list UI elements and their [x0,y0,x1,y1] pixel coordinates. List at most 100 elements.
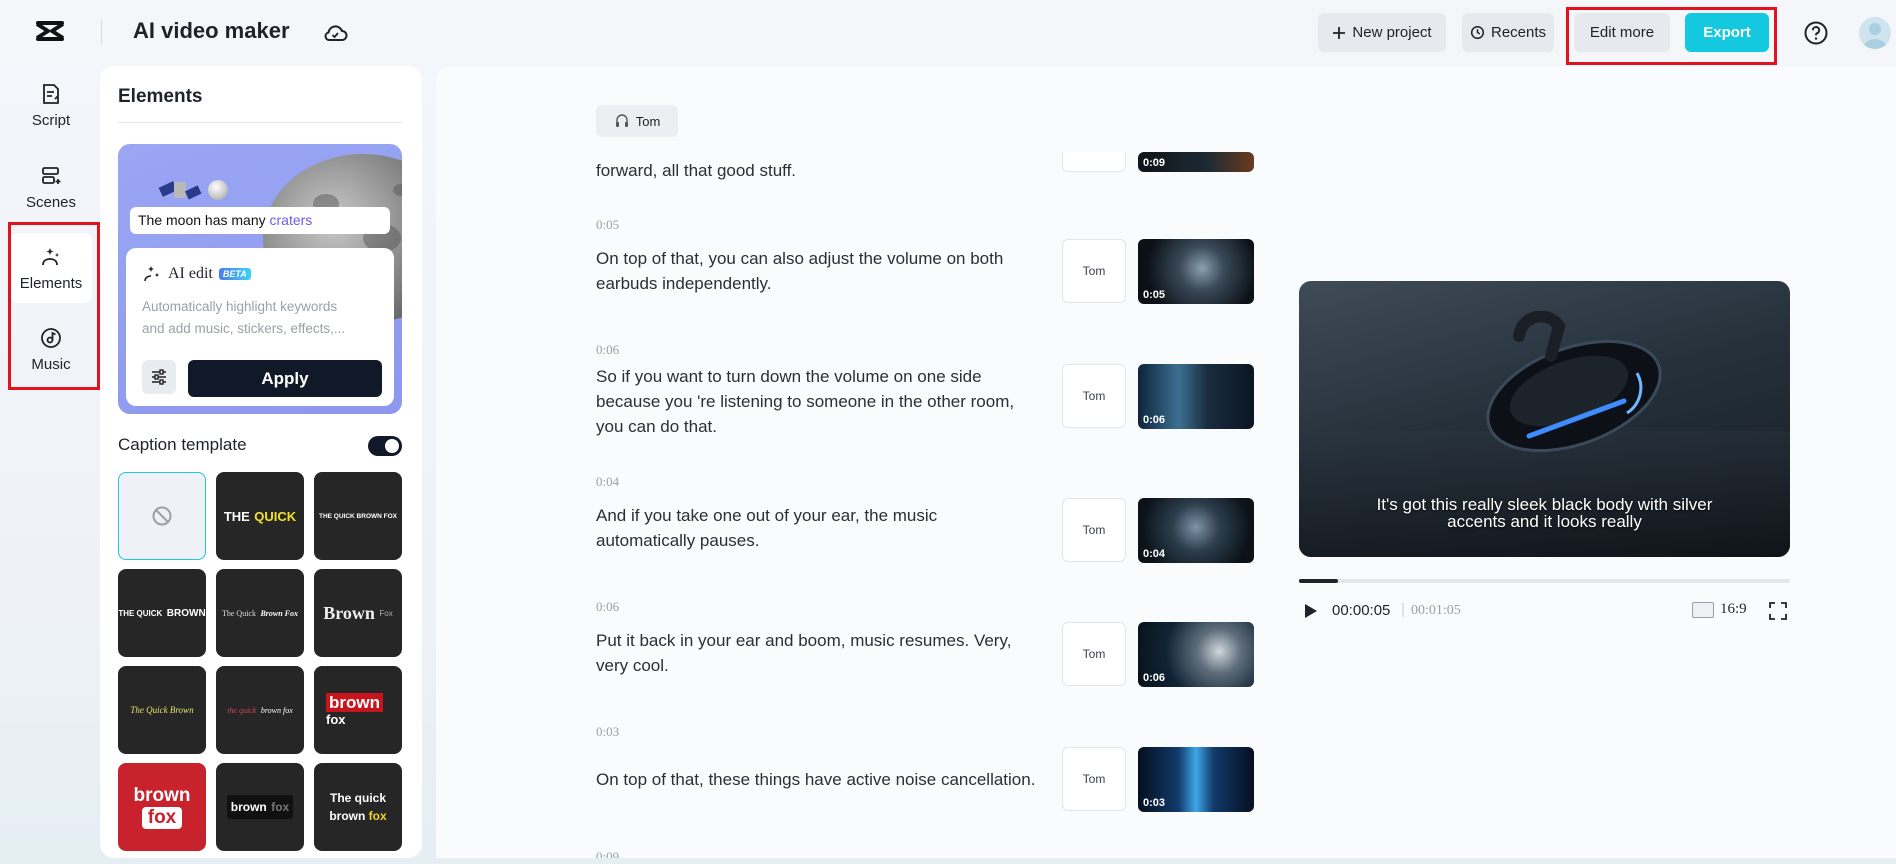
template-text: brown fox [260,705,293,715]
fullscreen-icon[interactable] [1768,601,1788,621]
scene-thumbnail[interactable]: 0:06 [1138,622,1254,687]
clock-icon [1470,25,1485,40]
nav-scenes[interactable]: Scenes [10,152,92,222]
scene-thumbnail[interactable]: 0:06 [1138,364,1254,429]
caption-template-none[interactable] [118,472,206,560]
user-icon [1863,23,1887,49]
divider [118,122,402,123]
beta-badge: BETA [218,268,251,280]
scenes-icon [42,166,61,184]
script-line-text[interactable]: On top of that, these things have active… [596,767,1076,792]
speaker-name: Tom [635,113,661,129]
aspect-ratio-button[interactable]: 16:9 [1692,601,1747,618]
plus-icon [1333,26,1346,39]
script-line-text[interactable]: And if you take one out of your ear, the… [596,503,1036,553]
caption-template-item[interactable]: the quick brown fox [216,666,304,754]
template-text: the quick [227,705,257,715]
template-text: THE QUICK BROWN FOX [319,512,397,520]
total-time: 00:01:05 [1411,603,1461,618]
voice-button[interactable]: Tom [1062,498,1126,562]
nav-script-label: Script [31,111,71,129]
export-button[interactable]: Export [1685,13,1769,52]
caption-template-item[interactable]: THE QUICK BROWN [118,569,206,657]
scene-duration: 0:03 [1143,797,1166,809]
voice-button[interactable] [1062,152,1126,172]
script-line-text[interactable]: Put it back in your ear and boom, music … [596,628,1036,678]
top-bar: AI video maker New project Recents Edit … [0,0,1896,65]
new-project-button[interactable]: New project [1318,13,1446,52]
template-text: fox [271,800,290,814]
video-preview[interactable]: It's got this really sleek black body wi… [1299,281,1790,557]
ai-edit-description: Automatically highlight keywords and add… [142,296,382,340]
script-line-time: 0:03 [596,724,620,739]
template-text: The Quick [221,608,256,618]
script-line-time: 0:09 [596,849,620,858]
edit-more-button[interactable]: Edit more [1574,13,1670,52]
scene-thumbnail[interactable]: 0:03 [1138,747,1254,812]
caption-template-item[interactable]: The quick brown fox [314,763,402,851]
caption-template-item[interactable]: brown fox [216,763,304,851]
help-icon[interactable] [1803,20,1829,46]
voice-button[interactable]: Tom [1062,622,1126,686]
script-line-text[interactable]: forward, all that good stuff. [596,158,1036,183]
nav-music[interactable]: Music [10,314,92,384]
play-icon[interactable] [1301,602,1319,620]
template-text: fox [141,807,183,829]
ai-sparkle-icon [144,266,159,282]
sample-caption: The moon has many craters [130,207,390,234]
playback-progress-bar[interactable] [1299,579,1790,583]
template-text: Brown Fox [260,608,299,618]
scene-thumbnail[interactable]: 0:05 [1138,239,1254,304]
caption-template-item[interactable]: THE QUICK BROWN FOX [314,472,402,560]
voice-icon [615,114,628,127]
scene-thumbnail[interactable]: 0:04 [1138,498,1254,563]
template-text: brown [230,800,267,814]
template-text: BROWN [166,607,206,619]
speaker-chip[interactable]: Tom [596,105,678,137]
recents-button[interactable]: Recents [1462,13,1554,52]
script-line-text[interactable]: So if you want to turn down the volume o… [596,364,1036,439]
caption-template-grid: THE QUICK THE QUICK BROWN FOX THE QUICK … [118,472,407,851]
script-line-text[interactable]: On top of that, you can also adjust the … [596,246,1036,296]
caption-template-item[interactable]: brown fox [314,666,402,754]
caption-template-item[interactable]: brown fox [118,763,206,851]
caption-template-toggle[interactable] [368,436,402,456]
sample-caption-text: The moon has many [138,212,266,228]
satellite-image [158,181,202,200]
script-line-time: 0:06 [596,599,620,614]
nav-elements[interactable]: Elements [10,233,92,303]
voice-button[interactable]: Tom [1062,747,1126,811]
preview-subtitle: It's got this really sleek black body wi… [1299,496,1790,530]
ai-edit-settings-button[interactable] [142,360,176,394]
caption-template-item[interactable]: THE QUICK [216,472,304,560]
preview-subtitle-line: accents and it looks really [1447,512,1642,531]
template-text: brown [329,809,366,823]
elements-panel: Elements The moon has many craters AI ed… [100,66,422,858]
elements-icon [42,247,59,265]
voice-button[interactable]: Tom [1062,364,1126,428]
caption-template-item[interactable]: The Quick Brown Fox [216,569,304,657]
panel-title: Elements [118,86,203,107]
sample-caption-keyword: craters [269,212,313,228]
template-text: The Quick Brown [130,705,194,715]
playback-progress-fill [1299,579,1339,583]
caption-template-item[interactable]: The Quick Brown [118,666,206,754]
scene-thumbnail[interactable]: 0:09 [1138,152,1254,172]
scene-duration: 0:04 [1143,548,1166,560]
scene-duration: 0:05 [1143,289,1166,301]
voice-button[interactable]: Tom [1062,239,1126,303]
caption-template-item[interactable]: Brown Fox [314,569,402,657]
apply-button[interactable]: Apply [188,360,382,397]
caption-template-title: Caption template [118,435,247,454]
script-line-time: 0:04 [596,474,620,489]
template-text: THE [223,508,250,524]
earbud-image [1486,311,1662,453]
capcut-logo-icon[interactable] [34,18,66,44]
nav-scenes-label: Scenes [25,193,77,211]
ai-edit-header: AI edit BETA [142,264,251,284]
nav-script[interactable]: Script [10,70,92,140]
no-entry-icon [152,506,172,526]
cloud-sync-icon[interactable] [322,21,348,45]
template-text: The quick [329,791,386,805]
avatar[interactable] [1859,17,1891,49]
